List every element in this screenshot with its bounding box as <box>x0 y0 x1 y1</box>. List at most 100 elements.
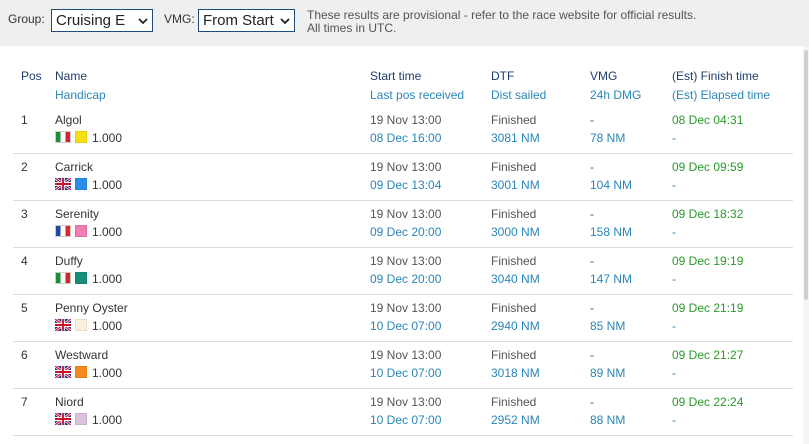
table-row[interactable]: 3 Serenity 1.000 19 Nov 13:00 09 Dec 20:… <box>13 201 793 248</box>
flag-gb-icon <box>55 178 71 190</box>
table-row[interactable]: 4 Duffy 1.000 19 Nov 13:00 09 Dec 20:00 … <box>13 248 793 295</box>
start-time: 19 Nov 13:00 <box>370 254 442 268</box>
handicap: 1.000 <box>92 178 123 192</box>
flag-it-icon <box>55 272 71 284</box>
position: 6 <box>21 348 28 362</box>
position: 7 <box>21 395 28 409</box>
flag-gb-icon <box>55 413 71 425</box>
col-start-time[interactable]: Start time <box>370 69 421 83</box>
dist-sailed: 3000 NM <box>491 225 540 239</box>
handicap: 1.000 <box>92 366 123 380</box>
handicap: 1.000 <box>92 319 123 333</box>
elapsed-time: - <box>672 413 676 427</box>
elapsed-time: - <box>672 272 676 286</box>
flag-gb-icon <box>55 366 71 378</box>
last-pos-received: 10 Dec 07:00 <box>370 413 442 427</box>
table-row[interactable]: 7 Niord 1.000 19 Nov 13:00 10 Dec 07:00 … <box>13 389 793 436</box>
position: 4 <box>21 254 28 268</box>
group-label: Group: <box>8 12 45 26</box>
dmg-24h: 147 NM <box>590 272 633 286</box>
dtf: Finished <box>491 348 537 362</box>
colour-swatch <box>75 366 87 378</box>
dtf: Finished <box>491 207 537 221</box>
boat-name[interactable]: Algol <box>55 113 82 127</box>
col-elapsed-time[interactable]: (Est) Elapsed time <box>672 88 770 102</box>
handicap: 1.000 <box>92 413 123 427</box>
position: 5 <box>21 301 28 315</box>
col-name[interactable]: Name <box>55 69 87 83</box>
col-pos[interactable]: Pos <box>21 69 42 83</box>
dtf: Finished <box>491 113 537 127</box>
col-dtf[interactable]: DTF <box>491 69 514 83</box>
boat-name[interactable]: Duffy <box>55 254 83 268</box>
dist-sailed: 3081 NM <box>491 131 540 145</box>
finish-time: 09 Dec 09:59 <box>672 160 744 174</box>
col-finish-time[interactable]: (Est) Finish time <box>672 69 759 83</box>
position: 2 <box>21 160 28 174</box>
dmg-24h: 104 NM <box>590 178 633 192</box>
dmg-24h: 89 NM <box>590 366 626 380</box>
start-time: 19 Nov 13:00 <box>370 348 442 362</box>
notice-line-2: All times in UTC. <box>307 21 397 35</box>
group-select-value: Cruising E <box>56 12 126 29</box>
last-pos-received: 09 Dec 20:00 <box>370 225 442 239</box>
dmg-24h: 85 NM <box>590 319 626 333</box>
table-row[interactable]: 6 Westward 1.000 19 Nov 13:00 10 Dec 07:… <box>13 342 793 389</box>
dmg-24h: 88 NM <box>590 413 626 427</box>
start-time: 19 Nov 13:00 <box>370 395 442 409</box>
dtf: Finished <box>491 160 537 174</box>
col-last-pos[interactable]: Last pos received <box>370 88 464 102</box>
col-handicap[interactable]: Handicap <box>55 88 106 102</box>
start-time: 19 Nov 13:00 <box>370 160 442 174</box>
flag-gb-icon <box>55 319 71 331</box>
boat-name[interactable]: Carrick <box>55 160 93 174</box>
col-dmg[interactable]: 24h DMG <box>590 88 641 102</box>
dtf: Finished <box>491 395 537 409</box>
dist-sailed: 2952 NM <box>491 413 540 427</box>
elapsed-time: - <box>672 319 676 333</box>
vmg: - <box>590 348 594 362</box>
scrollbar-thumb[interactable] <box>804 50 808 300</box>
last-pos-received: 09 Dec 13:04 <box>370 178 442 192</box>
handicap: 1.000 <box>92 272 123 286</box>
start-time: 19 Nov 13:00 <box>370 301 442 315</box>
table-row[interactable]: 1 Algol 1.000 19 Nov 13:00 08 Dec 16:00 … <box>13 107 793 154</box>
finish-time: 09 Dec 21:19 <box>672 301 744 315</box>
colour-swatch <box>75 225 87 237</box>
last-pos-received: 10 Dec 07:00 <box>370 319 442 333</box>
table-row[interactable]: 2 Carrick 1.000 19 Nov 13:00 09 Dec 13:0… <box>13 154 793 201</box>
vertical-scrollbar[interactable] <box>803 46 809 444</box>
colour-swatch <box>75 272 87 284</box>
table-row[interactable]: 5 Penny Oyster 1.000 19 Nov 13:00 10 Dec… <box>13 295 793 342</box>
elapsed-time: - <box>672 225 676 239</box>
dtf: Finished <box>491 254 537 268</box>
finish-time: 09 Dec 21:27 <box>672 348 744 362</box>
colour-swatch <box>75 413 87 425</box>
results-toolbar: Group: Cruising E VMG: From Start These … <box>0 0 809 46</box>
col-vmg[interactable]: VMG <box>590 69 617 83</box>
vmg-select[interactable]: From Start <box>198 9 295 32</box>
start-time: 19 Nov 13:00 <box>370 207 442 221</box>
position: 3 <box>21 207 28 221</box>
provisional-notice: These results are provisional - refer to… <box>307 9 696 35</box>
dtf: Finished <box>491 301 537 315</box>
last-pos-received: 10 Dec 07:00 <box>370 366 442 380</box>
dist-sailed: 3018 NM <box>491 366 540 380</box>
elapsed-time: - <box>672 178 676 192</box>
chevron-down-icon <box>280 18 290 25</box>
boat-name[interactable]: Serenity <box>55 207 99 221</box>
vmg: - <box>590 113 594 127</box>
colour-swatch <box>75 131 87 143</box>
col-dist-sailed[interactable]: Dist sailed <box>491 88 546 102</box>
vmg-select-value: From Start <box>203 12 274 29</box>
boat-name[interactable]: Westward <box>55 348 108 362</box>
elapsed-time: - <box>672 131 676 145</box>
boat-name[interactable]: Penny Oyster <box>55 301 128 315</box>
boat-name[interactable]: Niord <box>55 395 84 409</box>
vmg-label: VMG: <box>164 12 195 26</box>
elapsed-time: - <box>672 366 676 380</box>
flag-fr-icon <box>55 225 71 237</box>
vmg: - <box>590 395 594 409</box>
finish-time: 09 Dec 18:32 <box>672 207 744 221</box>
group-select[interactable]: Cruising E <box>51 9 153 32</box>
